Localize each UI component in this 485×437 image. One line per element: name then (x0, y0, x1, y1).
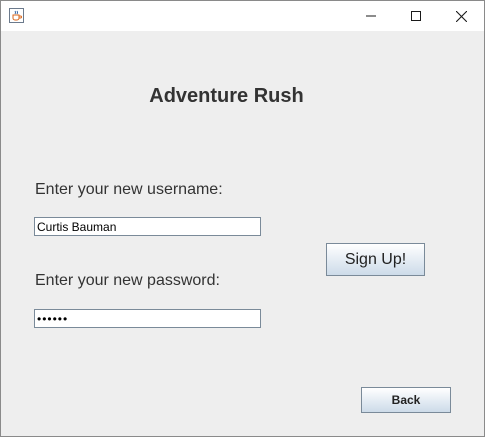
close-button[interactable] (438, 1, 484, 31)
page-title: Adventure Rush (149, 85, 304, 107)
maximize-icon (411, 11, 421, 21)
maximize-button[interactable] (393, 1, 439, 31)
password-label: Enter your new password: (35, 272, 220, 289)
username-label: Enter your new username: (35, 181, 223, 198)
signup-window: Adventure Rush Enter your new username: … (0, 0, 485, 437)
title-bar[interactable] (1, 1, 484, 31)
username-field[interactable] (34, 217, 261, 236)
back-button[interactable]: Back (361, 387, 451, 413)
sign-up-button[interactable]: Sign Up! (326, 243, 425, 276)
minimize-button[interactable] (348, 1, 394, 31)
java-coffee-cup-icon (9, 8, 24, 23)
close-icon (455, 10, 467, 22)
minimize-icon (366, 11, 376, 21)
password-field[interactable] (34, 309, 261, 328)
